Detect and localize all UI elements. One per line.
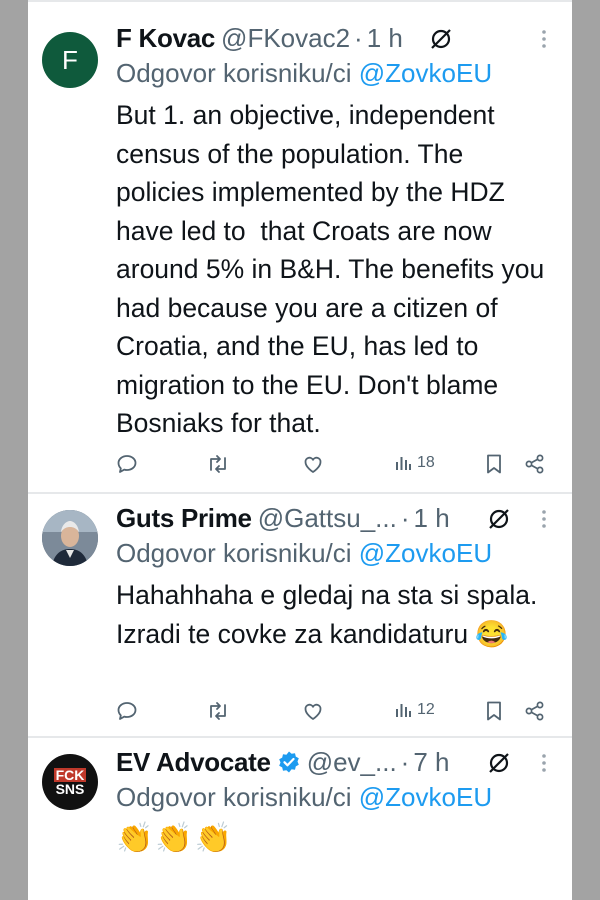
verified-badge-icon <box>277 750 301 774</box>
display-name[interactable]: Guts Prime <box>116 503 252 534</box>
user-handle[interactable]: @ev_... <box>307 747 397 778</box>
action-bar: 18 <box>116 453 568 483</box>
like-icon <box>304 456 322 473</box>
bookmark-button[interactable] <box>484 453 504 475</box>
tweet-text: But 1. an objective, independent census … <box>116 100 552 438</box>
tweet-text: Hahahhaha e gledaj na sta si spala. Izra… <box>116 580 545 649</box>
timestamp[interactable]: 1 h <box>367 23 403 54</box>
reply-icon <box>117 455 137 473</box>
display-name[interactable]: EV Advocate <box>116 747 271 778</box>
avatar-letter: F <box>62 44 78 75</box>
tweet-header: F Kovac @FKovac2 · 1 h <box>116 20 572 56</box>
avatar[interactable] <box>42 510 98 566</box>
reply-prefix: Odgovor korisniku/ci <box>116 782 352 812</box>
grok-icon[interactable] <box>428 26 454 57</box>
share-button[interactable] <box>524 700 546 722</box>
action-bar: 12 <box>116 700 568 730</box>
tweet-text: 👏👏👏 <box>116 822 235 855</box>
display-name[interactable]: F Kovac <box>116 23 215 54</box>
reply-icon <box>117 702 137 720</box>
avatar-text-top: FCK <box>53 766 87 783</box>
views-icon <box>396 704 411 717</box>
avatar-text-bottom: SNS <box>55 780 85 797</box>
separator-dot: · <box>400 502 410 533</box>
views-icon <box>396 457 411 470</box>
views-button[interactable]: 12 <box>393 700 435 720</box>
reply-mention[interactable]: @ZovkoEU <box>359 782 492 812</box>
grok-icon[interactable] <box>486 750 512 781</box>
more-icon[interactable] <box>540 752 548 779</box>
share-icon <box>525 701 544 721</box>
timestamp[interactable]: 7 h <box>413 747 449 778</box>
views-count: 12 <box>417 701 435 718</box>
share-button[interactable] <box>524 453 546 475</box>
separator-dot: · <box>354 22 363 53</box>
reply-prefix: Odgovor korisniku/ci <box>116 538 352 568</box>
retweet-icon <box>210 702 226 720</box>
more-icon[interactable] <box>540 508 548 535</box>
like-icon <box>304 703 322 720</box>
avatar[interactable]: F <box>42 32 98 88</box>
timestamp[interactable]: 1 h <box>414 503 450 534</box>
bookmark-icon <box>487 701 501 721</box>
reply-button[interactable] <box>116 453 138 475</box>
reply-button[interactable] <box>116 700 138 722</box>
reply-context: Odgovor korisniku/ci @ZovkoEU <box>116 58 492 89</box>
avatar[interactable]: FCK SNS <box>42 754 98 810</box>
share-icon <box>525 454 544 474</box>
tweet-feed[interactable]: F F Kovac @FKovac2 · 1 h Odgovor korisni… <box>28 0 572 900</box>
user-handle[interactable]: @FKovac2 <box>221 23 350 54</box>
like-button[interactable] <box>302 453 324 475</box>
views-count: 18 <box>417 454 435 471</box>
reply-mention[interactable]: @ZovkoEU <box>359 58 492 88</box>
retweet-button[interactable] <box>206 700 230 722</box>
views-button[interactable]: 18 <box>393 453 435 473</box>
tweet[interactable]: FCK SNS EV Advocate @ev_... · 7 h Odgovo… <box>28 738 572 900</box>
reply-context: Odgovor korisniku/ci @ZovkoEU <box>116 782 492 813</box>
reply-context: Odgovor korisniku/ci @ZovkoEU <box>116 538 492 569</box>
retweet-icon <box>210 455 226 473</box>
like-button[interactable] <box>302 700 324 722</box>
separator-dot: · <box>400 746 410 777</box>
tweet[interactable]: F F Kovac @FKovac2 · 1 h Odgovor korisni… <box>28 0 572 492</box>
user-handle[interactable]: @Gattsu_... <box>258 503 397 534</box>
retweet-button[interactable] <box>206 453 230 475</box>
tweet[interactable]: Guts Prime @Gattsu_... · 1 h Odgovor kor… <box>28 494 572 734</box>
grok-icon[interactable] <box>486 506 512 537</box>
bookmark-icon <box>487 454 501 474</box>
more-icon[interactable] <box>540 28 548 55</box>
reply-prefix: Odgovor korisniku/ci <box>116 58 352 88</box>
reply-mention[interactable]: @ZovkoEU <box>359 538 492 568</box>
bookmark-button[interactable] <box>484 700 504 722</box>
